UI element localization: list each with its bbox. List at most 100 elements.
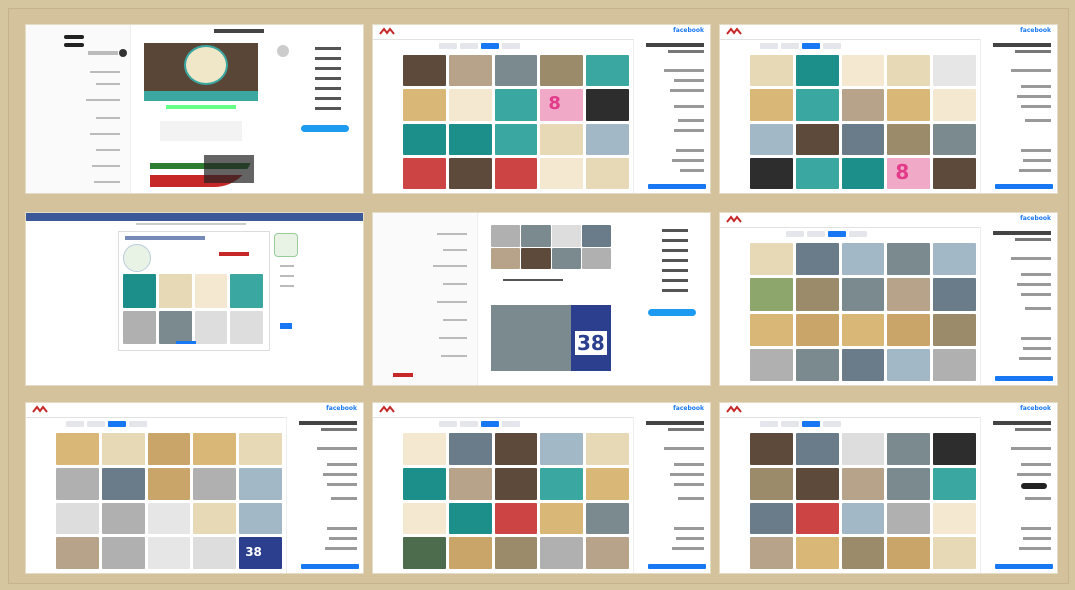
photo-thumb[interactable] (887, 89, 931, 121)
photo-thumb[interactable] (887, 467, 931, 500)
photo-thumb[interactable] (494, 157, 538, 189)
photo-thumb[interactable] (841, 348, 885, 381)
photo-thumb[interactable] (887, 433, 931, 465)
photo-thumb[interactable]: 8 (887, 157, 931, 189)
photo-thumb[interactable] (841, 89, 885, 121)
action-button[interactable] (301, 564, 359, 569)
photo-thumb[interactable] (448, 89, 492, 121)
photo-thumb[interactable] (586, 157, 629, 189)
photo-thumb[interactable] (586, 502, 629, 535)
action-button[interactable] (995, 184, 1053, 189)
photo-thumb[interactable] (750, 123, 793, 155)
photo-thumb[interactable] (147, 537, 191, 569)
photo-thumb[interactable] (841, 123, 885, 155)
photo-thumb[interactable] (841, 157, 885, 189)
photo-thumb[interactable] (586, 467, 629, 500)
photo-thumb[interactable] (147, 433, 191, 465)
photo-thumb[interactable] (403, 123, 446, 155)
photo-thumb[interactable] (147, 502, 191, 535)
photo-thumb[interactable] (795, 313, 839, 346)
photo-thumb[interactable] (795, 89, 839, 121)
photo-thumb[interactable] (403, 89, 446, 121)
photo-thumb[interactable] (933, 537, 976, 569)
photo-thumb[interactable] (540, 467, 584, 500)
photo-thumb[interactable] (158, 274, 192, 308)
photo-thumb[interactable] (887, 243, 931, 276)
photo-thumb[interactable] (403, 467, 446, 500)
photo-thumb[interactable]: 8 (540, 89, 584, 121)
photo-thumb[interactable] (448, 123, 492, 155)
photo-thumb[interactable] (750, 433, 793, 465)
photo-thumb[interactable] (750, 502, 793, 535)
photo-thumb[interactable] (551, 225, 581, 247)
photo-thumb[interactable] (795, 502, 839, 535)
photo-thumb[interactable] (494, 89, 538, 121)
photo-thumb[interactable] (841, 55, 885, 87)
photo-thumb[interactable] (448, 502, 492, 535)
photo-thumb[interactable] (841, 467, 885, 500)
photo-thumb[interactable] (887, 313, 931, 346)
tweet-button[interactable] (648, 309, 696, 316)
photo-thumb[interactable] (403, 502, 446, 535)
photo-thumb[interactable] (239, 502, 282, 535)
photo-thumb[interactable] (403, 157, 446, 189)
photo-thumb[interactable] (795, 348, 839, 381)
photo-thumb[interactable] (494, 467, 538, 500)
photo-thumb[interactable] (795, 123, 839, 155)
photo-thumb[interactable] (841, 433, 885, 465)
photo-thumb[interactable] (239, 433, 282, 465)
photo-thumb[interactable] (750, 55, 793, 87)
photo-thumb[interactable] (403, 433, 446, 465)
photo-thumb[interactable] (193, 433, 237, 465)
photo-thumb[interactable] (403, 537, 446, 569)
photo-thumb[interactable] (194, 274, 228, 308)
tab-photos[interactable] (481, 421, 499, 427)
photo-thumb[interactable] (750, 89, 793, 121)
tab-photos[interactable] (828, 231, 846, 237)
photo-thumb[interactable] (887, 348, 931, 381)
photo-thumb[interactable] (795, 55, 839, 87)
photo-thumb[interactable] (193, 467, 237, 500)
action-button[interactable] (648, 564, 706, 569)
tab-photos[interactable] (802, 421, 820, 427)
tab-photos[interactable] (108, 421, 126, 427)
photo-thumb[interactable] (795, 278, 839, 311)
photo-thumb[interactable] (933, 243, 976, 276)
photo-thumb[interactable] (841, 537, 885, 569)
photo-thumb[interactable] (581, 225, 611, 247)
photo-thumb[interactable] (795, 433, 839, 465)
photo-thumb[interactable] (193, 502, 237, 535)
photo-thumb[interactable] (750, 157, 793, 189)
photo-thumb[interactable] (551, 247, 581, 269)
photo-thumb[interactable] (101, 537, 145, 569)
photo-thumb[interactable] (795, 157, 839, 189)
photo-thumb[interactable] (933, 313, 976, 346)
photo-thumb[interactable] (56, 537, 99, 569)
photo-thumb[interactable] (540, 537, 584, 569)
photo-thumb[interactable] (494, 502, 538, 535)
photo-thumb[interactable] (56, 467, 99, 500)
photo-thumb[interactable] (750, 243, 793, 276)
action-button[interactable] (648, 184, 706, 189)
photo-thumb[interactable] (887, 123, 931, 155)
photo-thumb[interactable] (491, 247, 521, 269)
photo-thumb[interactable] (750, 348, 793, 381)
photo-thumb[interactable] (841, 502, 885, 535)
featured-image[interactable]: 38 (491, 305, 611, 371)
photo-thumb[interactable] (239, 467, 282, 500)
photo-thumb[interactable] (933, 55, 976, 87)
photo-thumb[interactable] (586, 55, 629, 87)
photo-thumb[interactable] (540, 433, 584, 465)
photo-thumb[interactable] (795, 537, 839, 569)
photo-thumb[interactable] (933, 89, 976, 121)
tweet-button[interactable] (301, 125, 349, 132)
photo-thumb[interactable] (494, 55, 538, 87)
photo-thumb[interactable] (933, 157, 976, 189)
photo-thumb[interactable] (841, 278, 885, 311)
photo-thumb[interactable] (448, 157, 492, 189)
photo-thumb[interactable] (56, 433, 99, 465)
photo-thumb[interactable] (540, 502, 584, 535)
photo-thumb[interactable] (750, 278, 793, 311)
photo-thumb[interactable] (795, 467, 839, 500)
photo-thumb[interactable]: 38 (239, 537, 282, 569)
